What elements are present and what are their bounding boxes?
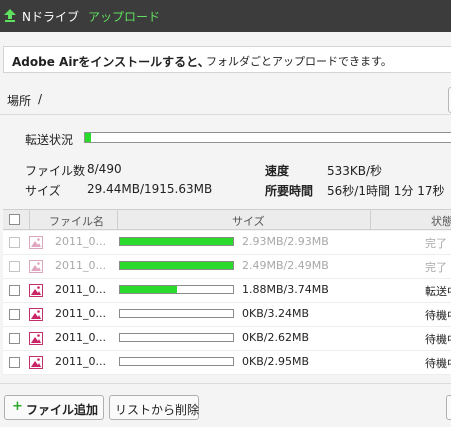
- notice-text: フォルダごとアップロードできます。: [206, 55, 392, 68]
- app-title[interactable]: Nドライブ: [22, 8, 79, 25]
- file-progress-fill: [120, 286, 177, 293]
- speed-value: 533KB/秒: [327, 164, 383, 178]
- table-row[interactable]: 2011_0... 0KB/2.95MB 待機中: [3, 351, 451, 375]
- file-progress-fill: [120, 262, 233, 269]
- file-progress-fill: [120, 238, 233, 245]
- row-checkbox[interactable]: [9, 333, 20, 344]
- file-size: 2.49MB/2.49MB: [242, 259, 329, 272]
- table-row[interactable]: 2011_0... 0KB/2.62MB 待機中: [3, 327, 451, 351]
- column-divider: [29, 210, 30, 229]
- row-checkbox[interactable]: [9, 261, 20, 272]
- file-state: 転送中: [425, 285, 451, 298]
- air-notice-banner: Adobe Airをインストールすると、 フォルダごとアップロードできます。: [3, 46, 451, 73]
- remove-from-list-label: リストから削除: [115, 403, 200, 417]
- add-file-label: ファイル追加: [26, 403, 99, 417]
- row-checkbox[interactable]: [9, 285, 20, 296]
- column-divider: [117, 210, 118, 229]
- column-header-name[interactable]: ファイル名: [49, 213, 104, 229]
- image-file-icon: [29, 356, 43, 369]
- image-file-icon: [29, 260, 43, 273]
- file-name: 2011_0...: [55, 235, 106, 248]
- image-file-icon: [29, 284, 43, 297]
- row-checkbox[interactable]: [9, 309, 20, 320]
- file-count-label: ファイル数: [25, 164, 86, 178]
- file-size: 0KB/3.24MB: [242, 307, 309, 320]
- file-state: 完了: [425, 237, 447, 250]
- footer-right-button[interactable]: [446, 395, 451, 420]
- add-file-button[interactable]: + ファイル追加: [4, 395, 104, 420]
- row-checkbox[interactable]: [9, 357, 20, 368]
- file-size: 1.88MB/3.74MB: [242, 283, 329, 296]
- select-all-checkbox[interactable]: [9, 214, 20, 225]
- plus-icon: +: [12, 399, 23, 414]
- file-progress-bar: [119, 237, 234, 246]
- table-row[interactable]: 2011_0... 2.49MB/2.49MB 完了: [3, 255, 451, 279]
- file-progress-bar: [119, 261, 234, 270]
- file-state: 待機中: [425, 309, 451, 322]
- table-row[interactable]: 2011_0... 1.88MB/3.74MB 転送中: [3, 279, 451, 303]
- overall-progress-fill: [85, 133, 91, 142]
- size-label: サイズ: [25, 184, 61, 198]
- file-name: 2011_0...: [55, 355, 106, 368]
- file-name: 2011_0...: [55, 331, 106, 344]
- file-count-value: 8/490: [87, 162, 122, 176]
- time-label: 所要時間: [265, 184, 314, 198]
- speed-label: 速度: [265, 164, 290, 178]
- file-table-header: ファイル名 サイズ 状態: [3, 209, 451, 230]
- upload-arrow-icon: [4, 9, 16, 22]
- divider: [0, 114, 451, 115]
- file-state: 完了: [425, 261, 447, 274]
- file-size: 0KB/2.95MB: [242, 355, 309, 368]
- file-size: 2.93MB/2.93MB: [242, 235, 329, 248]
- app-header: Nドライブ アップロード: [0, 0, 451, 32]
- image-file-icon: [29, 236, 43, 249]
- image-file-icon: [29, 308, 43, 321]
- file-state: 待機中: [425, 357, 451, 370]
- file-name: 2011_0...: [55, 307, 106, 320]
- file-progress-bar: [119, 309, 234, 318]
- image-file-icon: [29, 332, 43, 345]
- divider: [0, 383, 451, 384]
- row-checkbox[interactable]: [9, 237, 20, 248]
- transfer-status-label: 転送状況: [25, 133, 74, 147]
- file-progress-bar: [119, 357, 234, 366]
- file-size: 0KB/2.62MB: [242, 331, 309, 344]
- file-name: 2011_0...: [55, 259, 106, 272]
- file-name: 2011_0...: [55, 283, 106, 296]
- size-value: 29.44MB/1915.63MB: [87, 182, 213, 196]
- table-row[interactable]: 2011_0... 0KB/3.24MB 待機中: [3, 303, 451, 327]
- file-progress-bar: [119, 285, 234, 294]
- column-divider: [370, 210, 371, 229]
- remove-from-list-button[interactable]: リストから削除: [109, 395, 199, 420]
- column-header-state[interactable]: 状態: [431, 213, 451, 229]
- overall-progress-bar: [84, 132, 451, 143]
- page-title: アップロード: [88, 10, 161, 24]
- file-state: 待機中: [425, 333, 451, 346]
- column-header-size[interactable]: サイズ: [232, 213, 265, 229]
- location-value: /: [38, 92, 43, 106]
- time-value: 56秒/1時間 1分 17秒: [327, 184, 445, 198]
- table-row[interactable]: 2011_0... 2.93MB/2.93MB 完了: [3, 231, 451, 255]
- file-progress-bar: [119, 333, 234, 342]
- location-label: 場所: [7, 94, 32, 108]
- notice-text-bold: Adobe Airをインストールすると、: [12, 55, 210, 69]
